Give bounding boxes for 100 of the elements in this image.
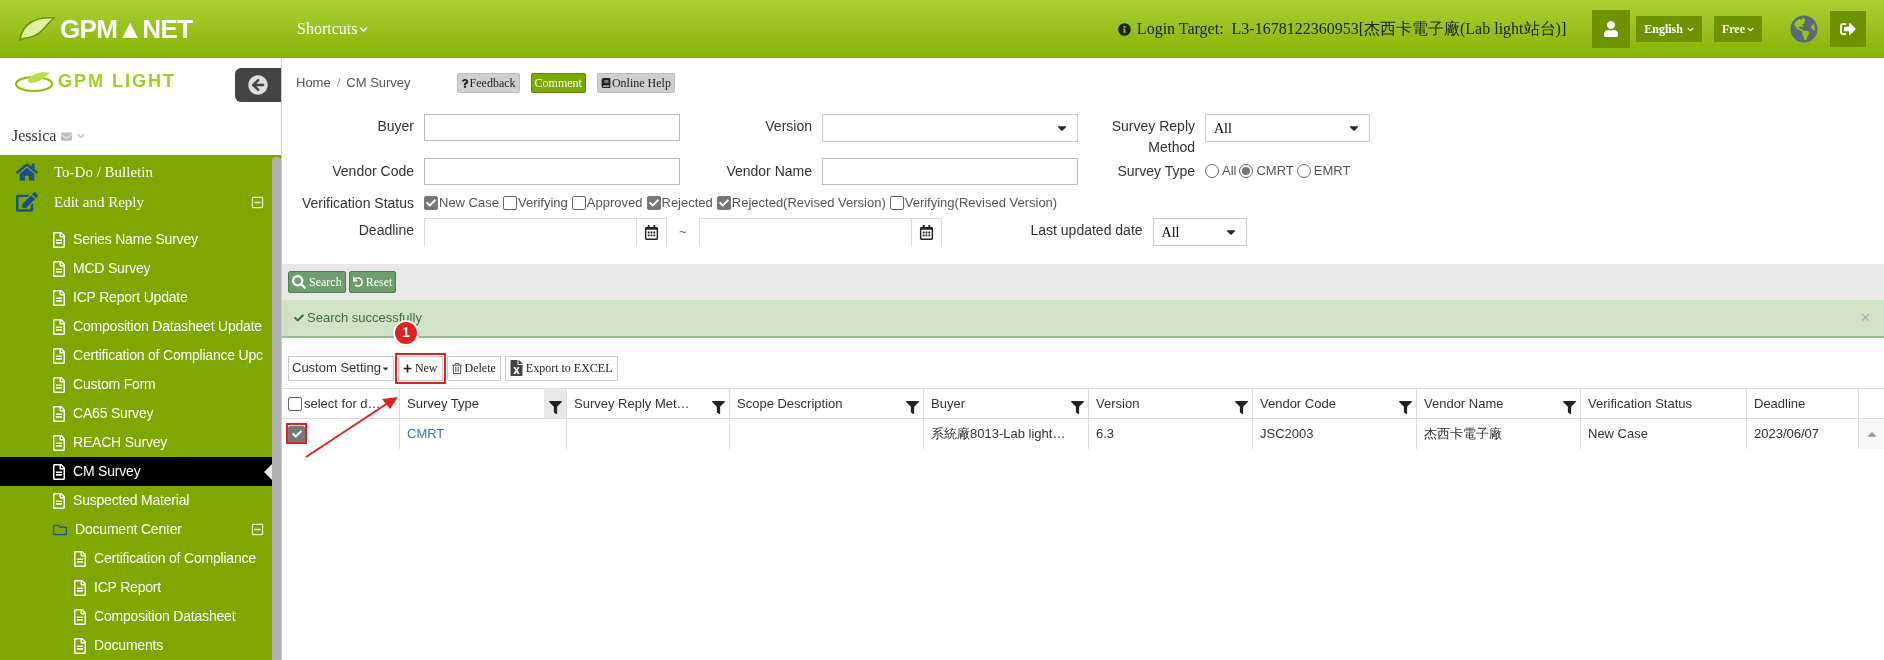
radio-button[interactable] xyxy=(1205,164,1219,178)
logout-button[interactable] xyxy=(1830,11,1866,47)
select-field[interactable] xyxy=(822,114,1078,142)
column-header[interactable]: Survey Reply Met… xyxy=(574,393,690,414)
sidebar-item[interactable]: Composition Datasheet Update xyxy=(0,312,272,341)
document-icon xyxy=(52,463,66,480)
document-icon xyxy=(73,608,87,625)
field-label: Version xyxy=(764,117,812,136)
sidebar-item[interactable]: Suspected Material xyxy=(0,486,272,515)
sidebar-item[interactable]: REACH Survey xyxy=(0,428,272,457)
column-header[interactable]: Version xyxy=(1096,393,1140,414)
radio-button[interactable] xyxy=(1296,164,1311,178)
product-logo: GPM LIGHT xyxy=(58,70,176,93)
filter-icon[interactable] xyxy=(1562,401,1576,414)
filter-icon[interactable] xyxy=(905,401,919,414)
column-header: select for d… xyxy=(304,394,381,413)
sidebar-item[interactable]: ICP Report xyxy=(0,573,272,602)
reset-button[interactable]: Reset xyxy=(348,271,397,293)
column-header[interactable]: Vendor Name xyxy=(1424,393,1504,414)
sidebar-item[interactable]: Documents xyxy=(0,631,272,660)
filter-icon[interactable] xyxy=(548,401,562,414)
sidebar-item[interactable]: ICP Report Update xyxy=(0,283,272,312)
date-field[interactable] xyxy=(424,218,667,246)
sidebar-item[interactable]: Series Name Survey xyxy=(0,225,272,254)
table-cell-text: JSC2003 xyxy=(1260,425,1314,444)
filter-icon[interactable] xyxy=(1398,401,1412,414)
search-button[interactable]: Search xyxy=(288,271,346,293)
check-icon xyxy=(426,198,436,208)
globe-icon[interactable] xyxy=(1790,15,1818,43)
checkbox[interactable] xyxy=(716,196,731,210)
sidebar-item[interactable]: Edit and Reply xyxy=(0,187,272,217)
sidebar-item[interactable]: To-Do / Bulletin xyxy=(0,157,272,187)
checkbox[interactable] xyxy=(571,196,586,210)
survey-type-link[interactable]: CMRT xyxy=(407,424,445,444)
column-header[interactable]: Buyer xyxy=(931,393,965,414)
field-label: Survey Type xyxy=(1116,161,1195,181)
shortcuts-menu[interactable]: Shortcuts xyxy=(283,17,369,41)
checkbox[interactable] xyxy=(646,196,661,210)
column-header[interactable]: Deadline xyxy=(1754,393,1806,414)
sidebar-item[interactable]: Custom Form xyxy=(0,370,272,399)
select-field[interactable]: All xyxy=(1205,114,1370,142)
user-name[interactable]: Jessica xyxy=(12,124,57,148)
sidebar-item[interactable]: Composition Datasheet xyxy=(0,602,272,631)
table-cell-text: 6.3 xyxy=(1096,425,1115,444)
export-button[interactable]: Export to EXCEL xyxy=(504,355,618,381)
checkbox[interactable] xyxy=(288,425,305,443)
custom-setting-dropdown[interactable]: Custom Setting xyxy=(288,355,394,381)
delete-button[interactable]: Delete xyxy=(446,355,501,381)
sidebar-item[interactable]: CM Survey xyxy=(0,457,272,486)
sidebar-item[interactable]: Certification of Compliance Upc xyxy=(0,341,272,370)
select-field[interactable]: All xyxy=(1152,218,1247,246)
checkbox[interactable] xyxy=(288,396,302,411)
sidebar-item[interactable]: MCD Survey xyxy=(0,254,272,283)
highlight-frame xyxy=(394,352,446,384)
new-button[interactable]: New xyxy=(397,355,443,381)
column-header[interactable]: Scope Description xyxy=(737,393,843,414)
filter-icon[interactable] xyxy=(1070,401,1084,414)
document-icon xyxy=(52,318,66,335)
document-icon xyxy=(73,550,87,567)
checkbox-label: Verifying(Revised Version) xyxy=(904,194,1058,213)
user-icon xyxy=(1603,21,1620,37)
sidebar-item[interactable]: CA65 Survey xyxy=(0,399,272,428)
search-icon xyxy=(292,275,306,289)
help-button[interactable]: Online Help xyxy=(596,73,675,93)
input-field[interactable] xyxy=(424,157,680,185)
sidebar-item[interactable]: Document Center xyxy=(0,515,272,544)
scrollbar[interactable] xyxy=(272,157,281,660)
calendar-icon[interactable] xyxy=(918,225,934,240)
field-label: Last updated date xyxy=(1029,221,1143,240)
table-cell-text: New Case xyxy=(1588,425,1648,444)
app-logo[interactable]: GPM▲NET xyxy=(60,9,193,49)
column-header[interactable]: Vendor Code xyxy=(1260,393,1336,414)
breadcrumb-item: CM Survey xyxy=(346,74,411,93)
sidebar-item[interactable]: Certification of Compliance xyxy=(0,544,272,573)
checkbox[interactable] xyxy=(502,196,517,210)
feedback-button[interactable]: Feedback xyxy=(456,73,520,93)
logout-icon xyxy=(1840,21,1856,37)
breadcrumb-item[interactable]: Home xyxy=(296,73,331,93)
checkbox[interactable] xyxy=(889,196,904,210)
leaf-logo-icon xyxy=(14,70,54,93)
trash-icon xyxy=(451,362,462,374)
comment-button[interactable]: Comment xyxy=(530,73,586,93)
excel-file-icon xyxy=(509,360,523,376)
column-header[interactable]: Survey Type xyxy=(407,393,480,414)
user-button[interactable] xyxy=(1592,10,1631,48)
collapse-sidebar-button[interactable] xyxy=(235,68,281,102)
radio-button[interactable] xyxy=(1239,164,1254,178)
date-field[interactable] xyxy=(698,218,942,246)
filter-icon[interactable] xyxy=(711,401,725,414)
plan-dropdown[interactable]: Free xyxy=(1713,16,1762,42)
checkbox[interactable] xyxy=(424,196,438,210)
calendar-icon[interactable] xyxy=(644,225,659,240)
column-header[interactable]: Verification Status xyxy=(1588,393,1693,414)
filter-icon[interactable] xyxy=(1234,401,1248,414)
chevron-down-icon xyxy=(359,24,369,34)
field-label: Survey Reply Method xyxy=(1110,117,1195,157)
language-dropdown[interactable]: English xyxy=(1636,16,1702,42)
input-field[interactable] xyxy=(424,114,680,141)
checkbox-label: New Case xyxy=(439,194,499,213)
input-field[interactable] xyxy=(822,157,1078,185)
